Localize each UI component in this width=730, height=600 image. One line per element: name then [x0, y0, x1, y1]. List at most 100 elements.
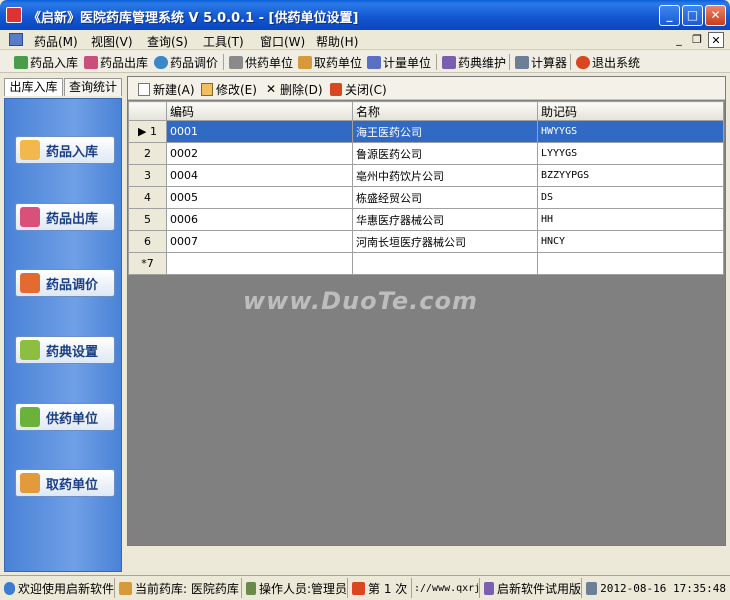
status-datetime: 2012-08-16 17:35:48 [584, 578, 726, 598]
table-row[interactable]: 5 0006 华惠医疗器械公司 HH [128, 208, 724, 231]
column-header-name[interactable]: 名称 [352, 101, 538, 121]
menu-window[interactable]: 窗口(W) [260, 33, 305, 50]
toolbar-drug-out-button[interactable]: 药品出库 [84, 54, 148, 70]
status-login-count: 第 1 次 [350, 578, 412, 598]
toolbar-price-adjust-button[interactable]: 药品调价 [154, 54, 218, 70]
cell-code[interactable] [166, 252, 353, 275]
user-icon [246, 581, 256, 595]
globe-icon [4, 581, 15, 595]
cell-mnemonic[interactable]: HH [537, 208, 724, 231]
row-header[interactable]: ▶ 1 [128, 120, 167, 143]
toolbar-unit-button[interactable]: 计量单位 [367, 54, 431, 70]
toolbar-drug-in-button[interactable]: 药品入库 [14, 54, 78, 70]
watermark: www.DuoTe.com [243, 287, 478, 315]
toolbar-separator [436, 54, 437, 70]
nav-drug-out-button[interactable]: 药品出库 [15, 203, 115, 231]
drug-in-icon [14, 55, 28, 69]
status-url[interactable]: ://www.qxrj [414, 578, 480, 598]
edit-button[interactable]: 修改(E) [201, 81, 257, 98]
cell-mnemonic[interactable] [537, 252, 724, 275]
row-header[interactable]: 5 [128, 208, 167, 231]
minimize-button[interactable]: _ [659, 5, 680, 26]
toolbar-separator [570, 54, 571, 70]
cell-name[interactable]: 河南长垣医疗器械公司 [352, 230, 538, 253]
cell-mnemonic[interactable]: HNCY [537, 230, 724, 253]
menu-view[interactable]: 视图(V) [91, 33, 133, 50]
cell-code[interactable]: 0006 [166, 208, 353, 231]
status-bar: 欢迎使用启新软件 当前药库: 医院药库 操作人员:管理员 第 1 次 ://ww… [0, 575, 730, 600]
row-header-corner [128, 101, 167, 121]
toolbar-receiver-button[interactable]: 取药单位 [298, 54, 362, 70]
supplier-icon [20, 407, 40, 427]
menu-drugs[interactable]: 药品(M) [34, 33, 78, 50]
close-button[interactable]: ✕ [705, 5, 726, 26]
tab-in-out[interactable]: 出库入库 [4, 78, 63, 96]
counter-icon [352, 581, 365, 595]
status-edition: 启新软件试用版 [482, 578, 582, 598]
table-row[interactable]: 2 0002 鲁源医药公司 LYYYGS [128, 142, 724, 165]
app-icon [6, 7, 22, 23]
column-header-code[interactable]: 编码 [166, 101, 353, 121]
table-row[interactable]: ▶ 1 0001 海王医药公司 HWYYGS [128, 120, 724, 143]
status-operator: 操作人员:管理员 [244, 578, 348, 598]
menu-query[interactable]: 查询(S) [147, 33, 188, 50]
toolbar-calculator-button[interactable]: 计算器 [515, 54, 567, 70]
new-button[interactable]: 新建(A) [138, 81, 195, 98]
menu-tools[interactable]: 工具(T) [203, 33, 244, 50]
status-warehouse: 当前药库: 医院药库 [117, 578, 242, 598]
toolbar-supplier-button[interactable]: 供药单位 [229, 54, 293, 70]
delete-button[interactable]: ✕ 删除(D) [265, 81, 323, 98]
mdi-restore-button[interactable]: ❐ [689, 32, 705, 48]
cell-name[interactable]: 栋盛经贸公司 [352, 186, 538, 209]
cell-mnemonic[interactable]: BZZYYPGS [537, 164, 724, 187]
book-icon [442, 55, 456, 69]
cell-code[interactable]: 0007 [166, 230, 353, 253]
document-icon[interactable] [9, 33, 23, 46]
cell-name[interactable] [352, 252, 538, 275]
cell-code[interactable]: 0004 [166, 164, 353, 187]
close-form-button[interactable]: 关闭(C) [330, 81, 387, 98]
row-header[interactable]: 4 [128, 186, 167, 209]
nav-supplier-button[interactable]: 供药单位 [15, 403, 115, 431]
left-panel: 出库入库 查询统计 药品入库 药品出库 药品调价 药典设置 供药单位 取药单位 [0, 76, 124, 575]
cell-mnemonic[interactable]: DS [537, 186, 724, 209]
new-row[interactable]: *7 [128, 252, 724, 275]
drug-out-icon [84, 55, 98, 69]
cell-code[interactable]: 0005 [166, 186, 353, 209]
tab-stats[interactable]: 查询统计 [64, 78, 122, 96]
cell-code[interactable]: 0001 [166, 120, 353, 143]
table-row[interactable]: 4 0005 栋盛经贸公司 DS [128, 186, 724, 209]
cell-mnemonic[interactable]: HWYYGS [537, 120, 724, 143]
nav-drug-in-button[interactable]: 药品入库 [15, 136, 115, 164]
toolbar-exit-button[interactable]: 退出系统 [576, 54, 640, 70]
row-header[interactable]: *7 [128, 252, 167, 275]
nav-receiver-button[interactable]: 取药单位 [15, 469, 115, 497]
license-icon [484, 581, 494, 595]
table-row[interactable]: 3 0004 亳州中药饮片公司 BZZYYPGS [128, 164, 724, 187]
column-header-mnemonic[interactable]: 助记码 [537, 101, 724, 121]
house-icon [298, 55, 312, 69]
row-header[interactable]: 2 [128, 142, 167, 165]
row-header[interactable]: 6 [128, 230, 167, 253]
title-bar[interactable]: 《启新》医院药库管理系统 V 5.0.0.1 - [供药单位设置] _ □ ✕ [0, 0, 730, 30]
cell-name[interactable]: 华惠医疗器械公司 [352, 208, 538, 231]
toolbar-separator [223, 54, 224, 70]
mdi-close-button[interactable]: ✕ [708, 32, 724, 48]
maximize-button[interactable]: □ [682, 5, 703, 26]
table-row[interactable]: 6 0007 河南长垣医疗器械公司 HNCY [128, 230, 724, 253]
nav-price-adjust-button[interactable]: 药品调价 [15, 269, 115, 297]
toolbar-pharmacopeia-button[interactable]: 药典维护 [442, 54, 506, 70]
cell-name[interactable]: 鲁源医药公司 [352, 142, 538, 165]
nav-pharmacopeia-button[interactable]: 药典设置 [15, 336, 115, 364]
cell-name[interactable]: 亳州中药饮片公司 [352, 164, 538, 187]
row-header[interactable]: 3 [128, 164, 167, 187]
cell-mnemonic[interactable]: LYYYGS [537, 142, 724, 165]
cell-name[interactable]: 海王医药公司 [352, 120, 538, 143]
calculator-icon [515, 55, 529, 69]
cell-code[interactable]: 0002 [166, 142, 353, 165]
new-document-icon [138, 83, 150, 96]
notepad-icon [20, 140, 40, 160]
menu-help[interactable]: 帮助(H) [316, 33, 358, 50]
mdi-minimize-button[interactable]: _ [671, 32, 687, 48]
toolbar: 药品入库 药品出库 药品调价 供药单位 取药单位 计量单位 药典维护 计算器 退… [0, 51, 730, 73]
